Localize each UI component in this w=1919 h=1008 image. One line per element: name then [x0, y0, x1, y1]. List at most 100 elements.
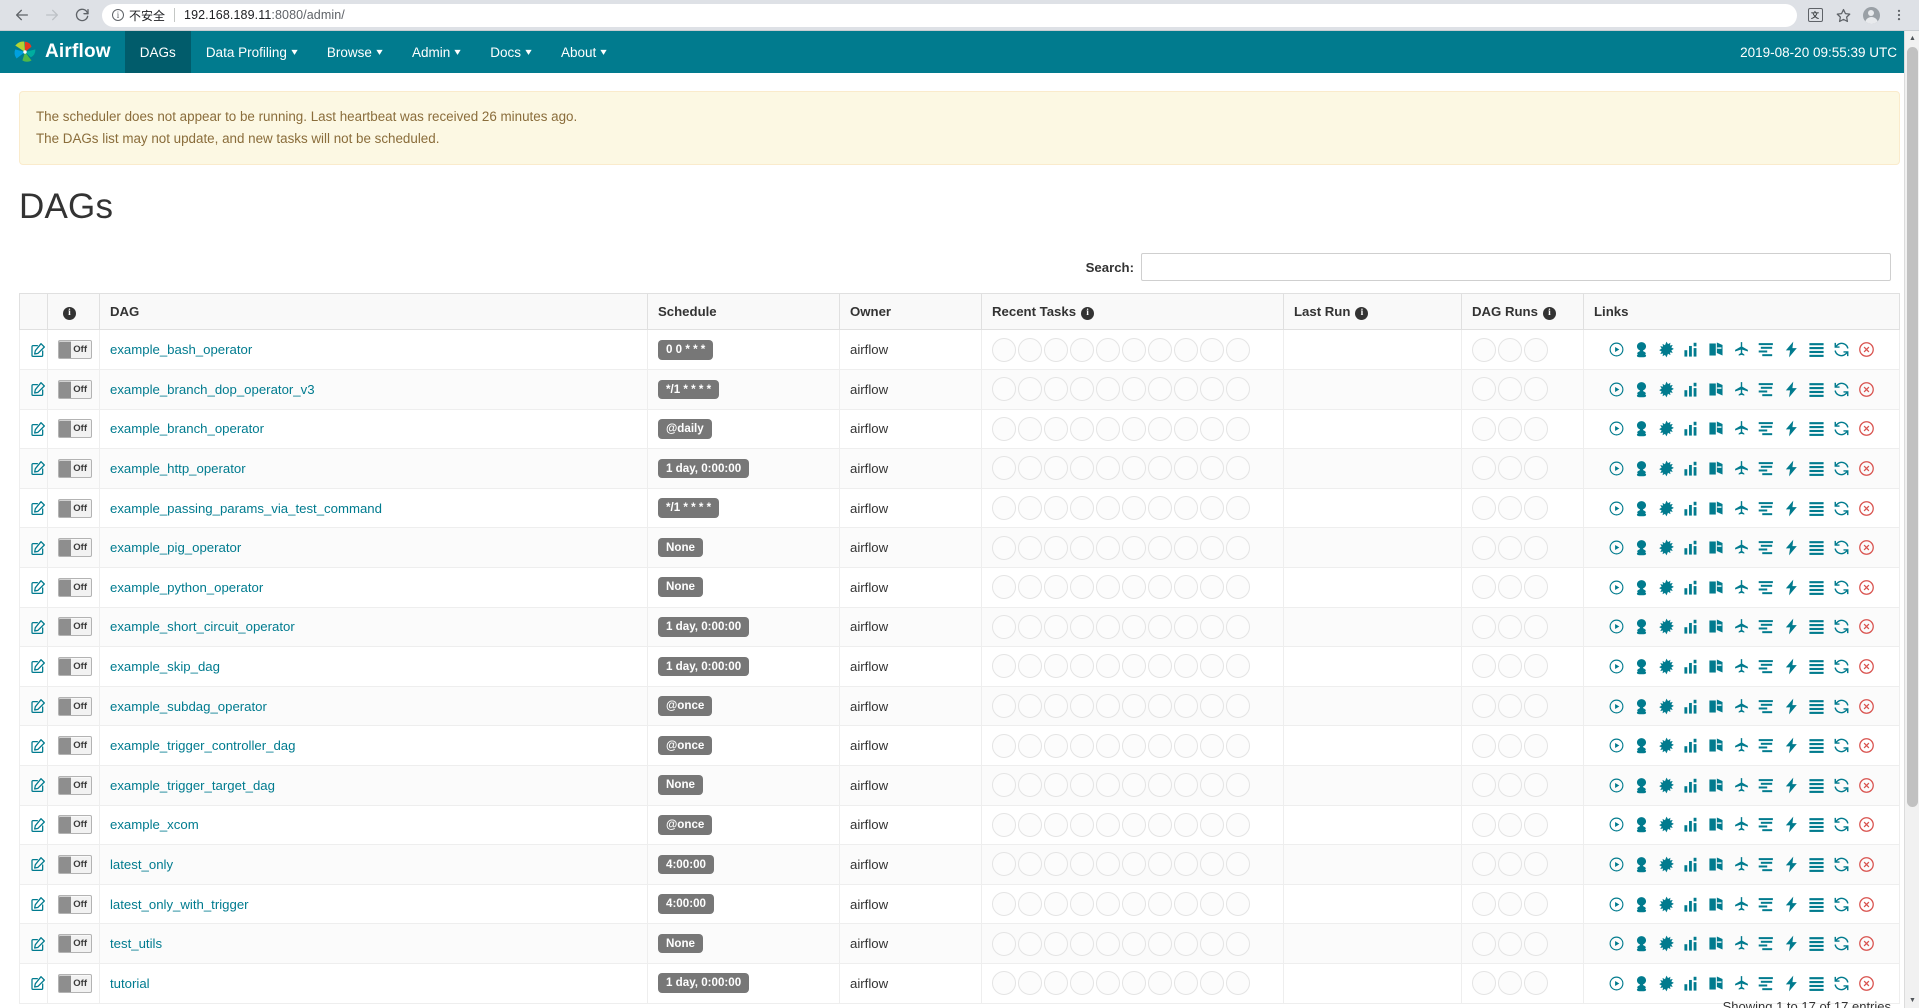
task-duration-icon[interactable] [1683, 935, 1700, 952]
code-icon[interactable] [1783, 816, 1800, 833]
task-state-circle[interactable] [1096, 852, 1120, 877]
code-icon[interactable] [1783, 896, 1800, 913]
task-tries-icon[interactable] [1708, 737, 1725, 754]
gantt-icon[interactable] [1758, 658, 1775, 675]
task-state-circle[interactable] [1148, 694, 1172, 719]
task-state-circle[interactable] [1226, 575, 1250, 600]
code-icon[interactable] [1783, 579, 1800, 596]
dag-link[interactable]: example_trigger_controller_dag [110, 738, 295, 753]
dag-run-state-circle[interactable] [1498, 733, 1522, 758]
landing-times-icon[interactable] [1733, 816, 1750, 833]
tree-view-icon[interactable] [1633, 460, 1650, 477]
task-state-circle[interactable] [1044, 535, 1068, 560]
tree-view-icon[interactable] [1633, 856, 1650, 873]
trigger-dag-icon[interactable] [1608, 381, 1625, 398]
task-tries-icon[interactable] [1708, 698, 1725, 715]
task-state-circle[interactable] [1122, 535, 1146, 560]
task-state-circle[interactable] [1200, 496, 1224, 521]
delete-icon[interactable] [1858, 500, 1875, 517]
task-state-circle[interactable] [1096, 812, 1120, 837]
task-state-circle[interactable] [1122, 931, 1146, 956]
logs-icon[interactable] [1808, 618, 1825, 635]
task-state-circle[interactable] [1044, 654, 1068, 679]
delete-icon[interactable] [1858, 856, 1875, 873]
dag-run-state-circle[interactable] [1524, 852, 1548, 877]
task-state-circle[interactable] [1148, 575, 1172, 600]
task-state-circle[interactable] [1148, 337, 1172, 362]
logs-icon[interactable] [1808, 777, 1825, 794]
trigger-dag-icon[interactable] [1608, 935, 1625, 952]
task-state-circle[interactable] [1096, 773, 1120, 798]
task-state-circle[interactable] [1122, 654, 1146, 679]
task-state-circle[interactable] [1018, 535, 1042, 560]
task-state-circle[interactable] [1226, 733, 1250, 758]
gantt-icon[interactable] [1758, 460, 1775, 477]
logs-icon[interactable] [1808, 935, 1825, 952]
task-state-circle[interactable] [1070, 971, 1094, 996]
dag-on-off-toggle[interactable]: Off [58, 973, 92, 993]
code-icon[interactable] [1783, 737, 1800, 754]
dag-run-state-circle[interactable] [1524, 812, 1548, 837]
graph-view-icon[interactable] [1658, 896, 1675, 913]
delete-icon[interactable] [1858, 420, 1875, 437]
task-state-circle[interactable] [1018, 377, 1042, 402]
task-tries-icon[interactable] [1708, 975, 1725, 992]
task-state-circle[interactable] [1226, 456, 1250, 481]
dag-on-off-toggle[interactable]: Off [58, 934, 92, 954]
task-state-circle[interactable] [1044, 456, 1068, 481]
logs-icon[interactable] [1808, 500, 1825, 517]
dag-run-state-circle[interactable] [1472, 377, 1496, 402]
task-tries-icon[interactable] [1708, 460, 1725, 477]
task-state-circle[interactable] [992, 416, 1016, 441]
code-icon[interactable] [1783, 698, 1800, 715]
task-state-circle[interactable] [1018, 812, 1042, 837]
task-state-circle[interactable] [1096, 931, 1120, 956]
nav-item-admin[interactable]: Admin ▾ [397, 31, 475, 73]
task-state-circle[interactable] [1070, 892, 1094, 917]
task-state-circle[interactable] [1226, 852, 1250, 877]
task-state-circle[interactable] [1200, 575, 1224, 600]
info-tooltip-icon[interactable]: i [1355, 306, 1369, 320]
graph-view-icon[interactable] [1658, 579, 1675, 596]
task-state-circle[interactable] [1070, 733, 1094, 758]
delete-icon[interactable] [1858, 816, 1875, 833]
logs-icon[interactable] [1808, 381, 1825, 398]
task-state-circle[interactable] [1122, 694, 1146, 719]
task-state-circle[interactable] [992, 812, 1016, 837]
landing-times-icon[interactable] [1733, 579, 1750, 596]
task-state-circle[interactable] [1226, 416, 1250, 441]
edit-dag-button[interactable] [19, 329, 48, 370]
task-state-circle[interactable] [1096, 614, 1120, 639]
nav-item-about[interactable]: About ▾ [546, 31, 621, 73]
task-state-circle[interactable] [1174, 852, 1198, 877]
trigger-dag-icon[interactable] [1608, 896, 1625, 913]
task-state-circle[interactable] [992, 535, 1016, 560]
task-state-circle[interactable] [1122, 416, 1146, 441]
gantt-icon[interactable] [1758, 896, 1775, 913]
trigger-dag-icon[interactable] [1608, 658, 1625, 675]
graph-view-icon[interactable] [1658, 856, 1675, 873]
gantt-icon[interactable] [1758, 816, 1775, 833]
edit-dag-button[interactable] [19, 527, 48, 568]
task-state-circle[interactable] [1148, 496, 1172, 521]
task-tries-icon[interactable] [1708, 500, 1725, 517]
edit-dag-button[interactable] [19, 488, 48, 529]
address-bar[interactable]: i 不安全 192.168.189.11:8080/admin/ [102, 3, 1797, 27]
graph-view-icon[interactable] [1658, 975, 1675, 992]
refresh-icon[interactable] [1833, 539, 1850, 556]
refresh-icon[interactable] [1833, 618, 1850, 635]
task-tries-icon[interactable] [1708, 816, 1725, 833]
graph-view-icon[interactable] [1658, 381, 1675, 398]
refresh-icon[interactable] [1833, 777, 1850, 794]
graph-view-icon[interactable] [1658, 500, 1675, 517]
dag-run-state-circle[interactable] [1472, 614, 1496, 639]
edit-dag-button[interactable] [19, 884, 48, 925]
task-state-circle[interactable] [1174, 456, 1198, 481]
task-state-circle[interactable] [992, 773, 1016, 798]
dag-run-state-circle[interactable] [1472, 812, 1496, 837]
delete-icon[interactable] [1858, 737, 1875, 754]
logs-icon[interactable] [1808, 816, 1825, 833]
refresh-icon[interactable] [1833, 816, 1850, 833]
dag-run-state-circle[interactable] [1472, 971, 1496, 996]
dag-run-state-circle[interactable] [1472, 852, 1496, 877]
